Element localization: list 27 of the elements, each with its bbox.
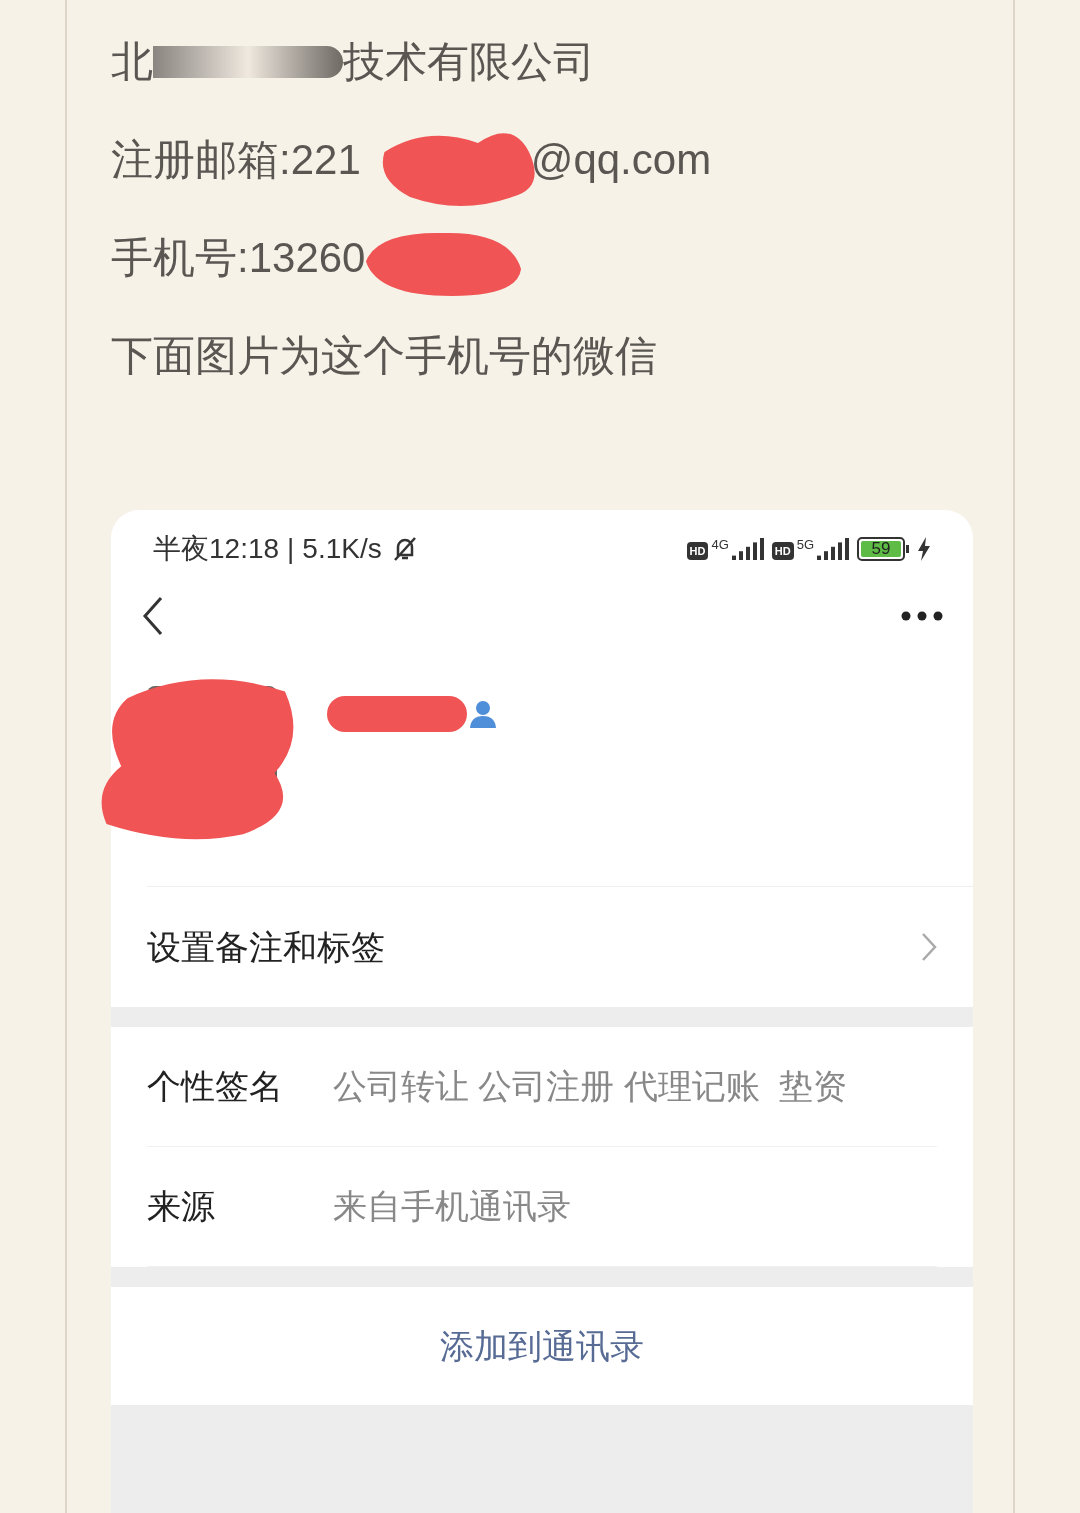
field-value: 公司转让 公司注册 代理记账 垫资 [333,1066,847,1107]
speed-text: 5.1K/s [302,532,382,566]
remarks-tags-row[interactable]: 设置备注和标签 [111,887,973,1007]
signal-icon [731,538,764,560]
battery-text: 59 [871,539,891,558]
field-label: 个性签名 [147,1066,284,1107]
time-text: 半夜12:18 [153,532,280,566]
email-text: @qq.com [530,136,712,184]
more-icon[interactable] [901,611,943,621]
network-type-text: 4G [711,538,729,552]
company-text: 北 [111,38,153,86]
signal-icon [817,538,849,560]
field-value: 来自手机通讯录 [333,1186,571,1227]
phone-text: 手机号:13260 [111,234,366,282]
field-label: 来源 [147,1186,216,1227]
chevron-icon [921,932,937,962]
add-contact-button[interactable]: 添加到通讯录 [111,1287,973,1405]
contact-icon [467,698,499,730]
company-text: 技术有限公司 [343,38,595,86]
separator-text: | [287,532,295,566]
hd-badge: HD [771,542,794,560]
back-icon[interactable] [141,596,165,636]
network-type-text: 5G [796,538,814,552]
hd-badge: HD [686,542,709,560]
caption-text: 下面图片为这个手机号的微信 [111,332,658,380]
email-text: 注册邮箱:221 [111,136,361,184]
charging-icon [917,537,931,561]
